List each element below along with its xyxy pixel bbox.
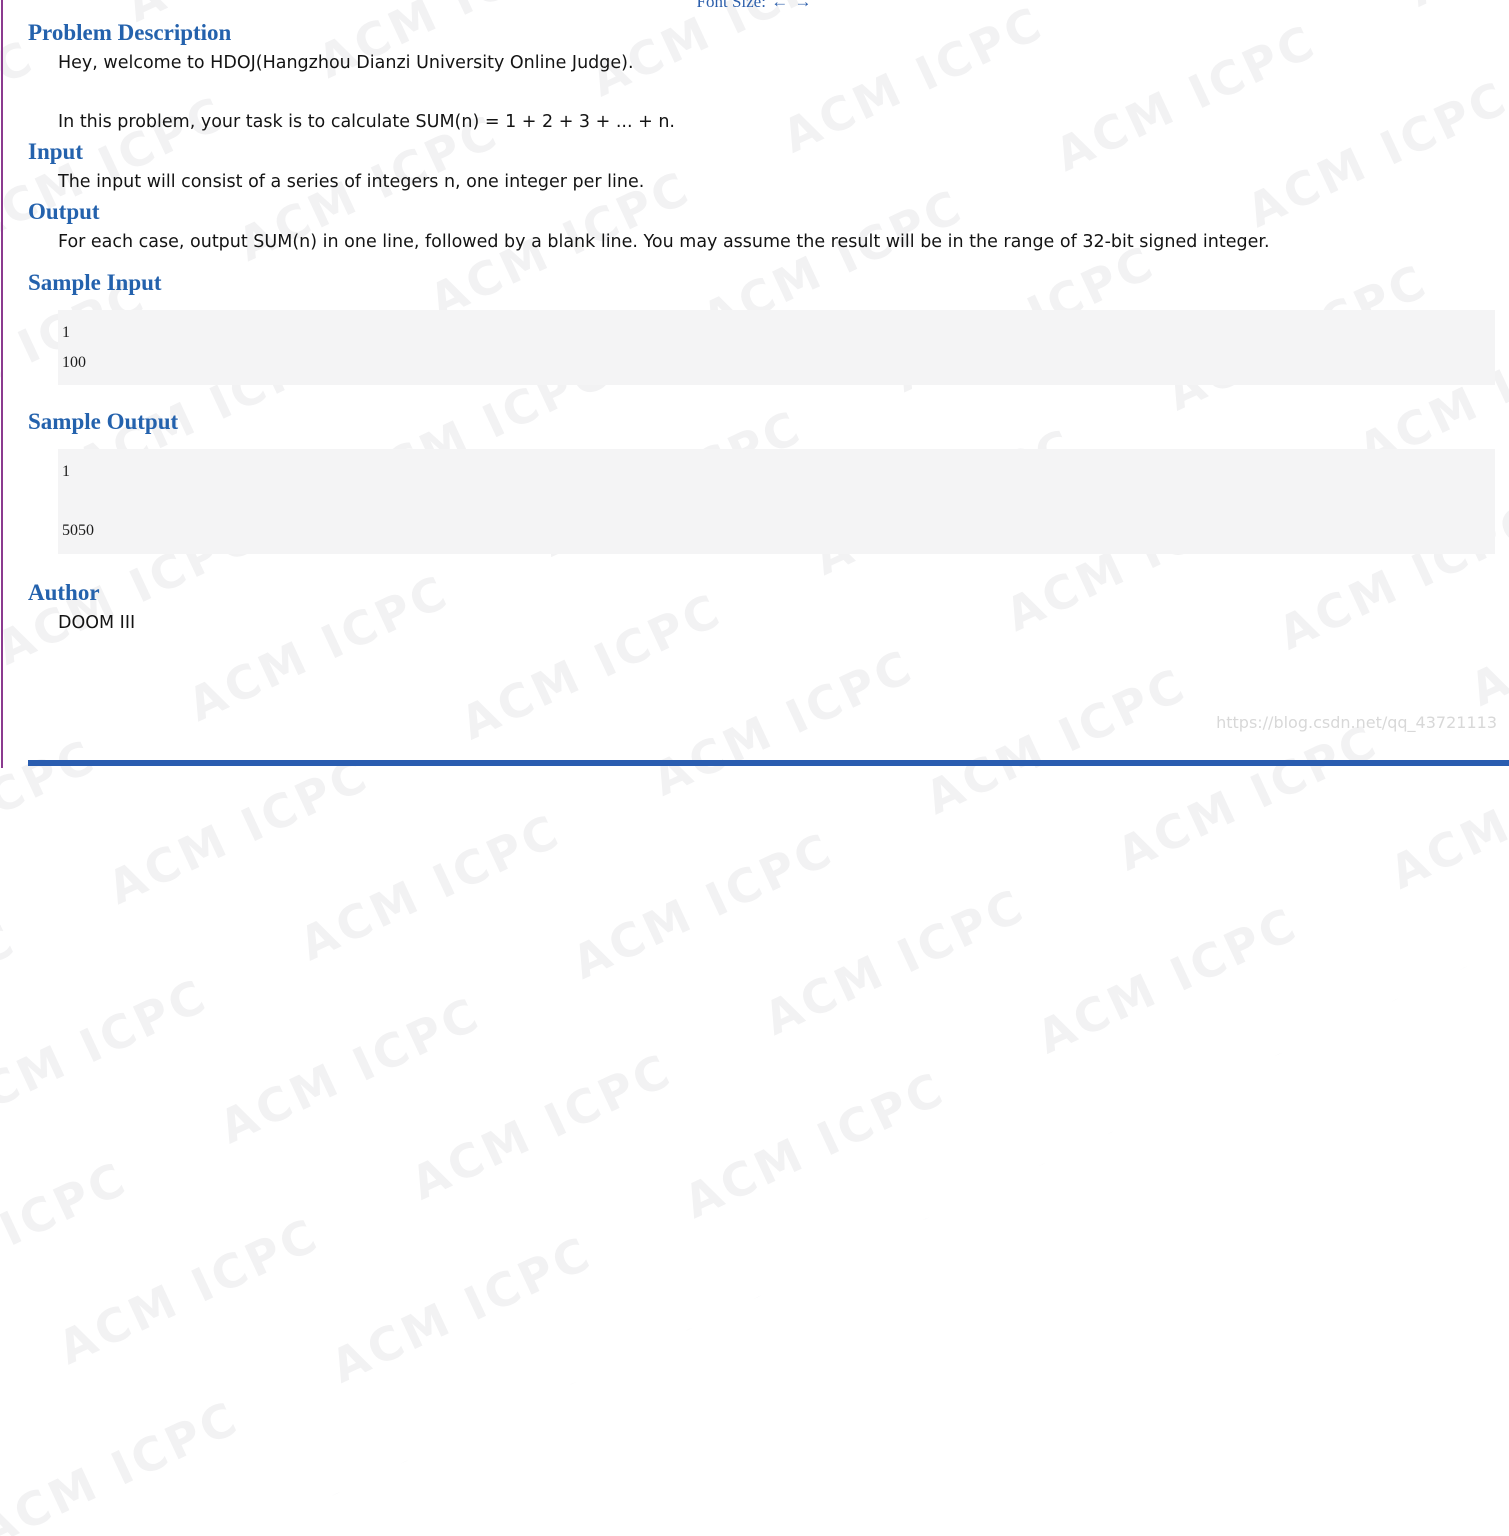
sample-output-code-block[interactable]: 1 5050 bbox=[58, 449, 1495, 554]
watermark-tile: ACM ICPC bbox=[0, 911, 25, 1080]
watermark-tile: ACM ICPC bbox=[0, 728, 105, 897]
watermark-tile: ACM ICPC bbox=[514, 1281, 793, 1450]
watermark-tile: ACM ICPC bbox=[1108, 713, 1387, 882]
watermark-tile: ACM ICPC bbox=[161, 1446, 440, 1536]
font-size-control-bar: Font Size: ← → bbox=[0, 0, 1509, 13]
heading-sample-input: Sample Input bbox=[28, 270, 162, 295]
sample-input-code-block[interactable]: 1 100 bbox=[58, 310, 1495, 385]
bottom-accent-bar bbox=[28, 760, 1509, 766]
watermark-tile: ACM ICPC bbox=[1381, 732, 1509, 900]
font-size-decrease-icon[interactable]: ← bbox=[770, 0, 789, 11]
watermark-tile: ACM ICPC bbox=[644, 638, 923, 807]
watermark-tile: ACM ICPC bbox=[1220, 952, 1499, 1121]
watermark-tile: ACM ICPC bbox=[49, 1207, 328, 1375]
heading-author: Author bbox=[28, 579, 100, 605]
watermark-tile: ACM ICPC bbox=[755, 877, 1034, 1046]
heading-sample-output: Sample Output bbox=[28, 409, 179, 434]
problem-description-paragraph-2: In this problem, your task is to calcula… bbox=[58, 112, 675, 132]
font-size-label: Font Size: bbox=[696, 0, 766, 11]
watermark-tile: ACM ICPC bbox=[322, 1225, 601, 1394]
input-paragraph: The input will consist of a series of in… bbox=[58, 172, 645, 192]
watermark-tile: ACM ICPC bbox=[0, 1390, 248, 1536]
watermark-tile: ACM ICPC bbox=[402, 1042, 681, 1211]
watermark-tile: ACM ICPC bbox=[0, 1150, 137, 1319]
author-name: DOOM III bbox=[58, 612, 136, 633]
watermark-tile: ACM ICPC bbox=[867, 1117, 1146, 1286]
font-size-increase-icon[interactable]: → bbox=[793, 0, 812, 11]
heading-input: Input bbox=[28, 139, 83, 164]
watermark-tile: ACM ICPC bbox=[291, 803, 570, 972]
watermark-tile: ACM ICPC bbox=[0, 967, 217, 1136]
watermark-tile: ACM ICPC bbox=[675, 1060, 954, 1229]
watermark-tile: ACM ICPC bbox=[917, 657, 1196, 825]
watermark-tile: ACM ICPC bbox=[564, 821, 843, 990]
csdn-blog-url-watermark: https://blog.csdn.net/qq_43721113 bbox=[1216, 713, 1497, 732]
watermark-tile: ACM ICPC bbox=[99, 746, 378, 915]
watermark-tile: ACM ICPC bbox=[1028, 896, 1307, 1065]
problem-description-paragraph-1: Hey, welcome to HDOJ(Hangzhou Dianzi Uni… bbox=[58, 53, 634, 73]
heading-output: Output bbox=[28, 199, 100, 224]
heading-problem-description: Problem Description bbox=[28, 20, 232, 45]
problem-statement-page: Font Size: ← → Problem Description Hey, … bbox=[0, 0, 1509, 638]
page-left-edge-rule bbox=[1, 0, 3, 768]
watermark-tile: ACM ICPC bbox=[211, 986, 490, 1155]
output-paragraph: For each case, output SUM(n) in one line… bbox=[58, 232, 1270, 252]
